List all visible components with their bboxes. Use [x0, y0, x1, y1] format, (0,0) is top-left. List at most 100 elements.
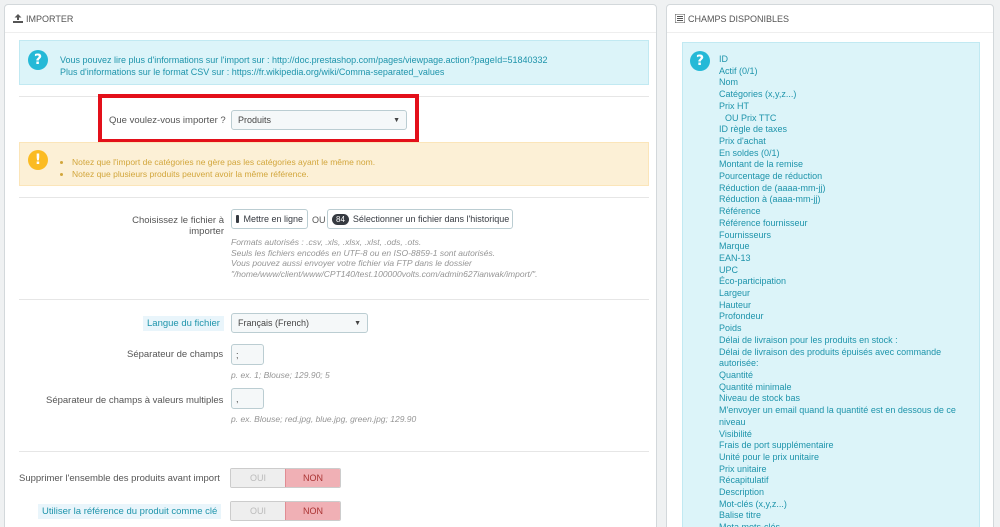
field-item[interactable]: niveau: [719, 417, 969, 429]
separator-label: Séparateur de champs: [127, 349, 224, 360]
caret-down-icon: ▼: [393, 116, 400, 124]
field-item[interactable]: OU Prix TTC: [719, 113, 969, 125]
field-item[interactable]: Prix d'achat: [719, 136, 969, 148]
field-item[interactable]: Quantité: [719, 370, 969, 382]
field-item[interactable]: Éco-participation: [719, 276, 969, 288]
divider: [19, 197, 649, 198]
reference-key-switch[interactable]: OUI NON: [230, 501, 341, 521]
import-type-value: Produits: [238, 115, 272, 125]
doc-link[interactable]: http://doc.prestashop.com/pages/viewpage…: [272, 55, 547, 65]
import-type-select[interactable]: Produits ▼: [231, 110, 407, 130]
warning-alert: ! Notez que l'import de catégories ne gè…: [19, 142, 649, 186]
upload-button[interactable]: Mettre en ligne: [231, 209, 308, 229]
field-item[interactable]: Référence fournisseur: [719, 218, 969, 230]
language-select[interactable]: Français (French) ▼: [231, 313, 368, 333]
field-item[interactable]: Unité pour le prix unitaire: [719, 452, 969, 464]
field-item[interactable]: Frais de port supplémentaire: [719, 440, 969, 452]
language-label: Langue du fichier: [143, 316, 224, 331]
field-item[interactable]: Nom: [719, 77, 969, 89]
field-item[interactable]: Profondeur: [719, 311, 969, 323]
field-item[interactable]: Actif (0/1): [719, 66, 969, 78]
field-item[interactable]: Meta mots-clés: [719, 522, 969, 527]
history-button-label: Sélectionner un fichier dans l'historiqu…: [352, 214, 510, 224]
separator-input[interactable]: ;: [231, 344, 264, 365]
field-item[interactable]: Délai de livraison des produits épuisés …: [719, 347, 969, 359]
language-value: Français (French): [238, 318, 310, 328]
divider: [19, 451, 649, 452]
wikipedia-link[interactable]: https://fr.wikipedia.org/wiki/Comma-sepa…: [232, 67, 445, 77]
field-item[interactable]: M'envoyer un email quand la quantité est…: [719, 405, 969, 417]
field-item[interactable]: UPC: [719, 265, 969, 277]
field-item[interactable]: Largeur: [719, 288, 969, 300]
import-panel-title: IMPORTER: [26, 13, 74, 24]
field-item[interactable]: Montant de la remise: [719, 159, 969, 171]
reference-key-label: Utiliser la référence du produit comme c…: [38, 504, 222, 519]
caret-down-icon: ▼: [354, 319, 361, 327]
file-help-line: "/home/www/client/www/CPT140/test.100000…: [231, 268, 538, 279]
multi-separator-input[interactable]: ,: [231, 388, 264, 409]
multi-separator-help: p. ex. Blouse; red.jpg, blue.jpg, green.…: [231, 414, 417, 424]
field-item[interactable]: Hauteur: [719, 300, 969, 312]
multi-separator-label: Séparateur de champs à valeurs multiples: [46, 395, 224, 406]
info-alert: ? Vous pouvez lire plus d'informations s…: [19, 40, 649, 85]
field-item[interactable]: Référence: [719, 206, 969, 218]
field-item[interactable]: Description: [719, 487, 969, 499]
switch-no[interactable]: NON: [285, 502, 340, 520]
or-text: OU: [312, 215, 326, 225]
history-button[interactable]: 84 Sélectionner un fichier dans l'histor…: [327, 209, 513, 229]
field-item[interactable]: Niveau de stock bas: [719, 393, 969, 405]
question-icon: ?: [28, 50, 48, 70]
import-type-label: Que voulez-vous importer ?: [109, 115, 226, 126]
field-item[interactable]: Prix HT: [719, 101, 969, 113]
field-item[interactable]: Mot-clés (x,y,z...): [719, 499, 969, 511]
fields-box: ? ID Actif (0/1) Nom Catégories (x,y,z...) P…: [682, 42, 980, 527]
info-line-2: Plus d'informations sur le format CSV su…: [60, 67, 230, 77]
field-item[interactable]: ID: [719, 54, 969, 66]
file-help-line: Vous pouvez aussi envoyer votre fichier …: [231, 258, 472, 268]
upload-icon: [13, 14, 23, 23]
list-icon: [674, 13, 686, 24]
switch-no[interactable]: NON: [285, 469, 340, 487]
field-item[interactable]: Pourcentage de réduction: [719, 171, 969, 183]
field-item[interactable]: Réduction à (aaaa-mm-jj): [719, 194, 969, 206]
import-panel-header: IMPORTER: [5, 5, 656, 33]
upload-button-label: Mettre en ligne: [243, 214, 303, 224]
field-item[interactable]: Récapitulatif: [719, 475, 969, 487]
field-item[interactable]: ID règle de taxes: [719, 124, 969, 136]
field-item[interactable]: Visibilité: [719, 429, 969, 441]
folder-icon: [236, 215, 240, 223]
field-item[interactable]: autorisée:: [719, 358, 969, 370]
file-help-line: Seuls les fichiers encodés en UTF-8 ou e…: [231, 247, 496, 258]
field-item[interactable]: Délai de livraison pour les produits en …: [719, 335, 969, 347]
warning-item: Notez que l'import de catégories ne gère…: [72, 156, 375, 168]
fields-panel-title: CHAMPS DISPONIBLES: [688, 13, 790, 24]
field-item[interactable]: Poids: [719, 323, 969, 335]
field-item[interactable]: Prix unitaire: [719, 464, 969, 476]
exclamation-icon: !: [28, 150, 48, 170]
field-item[interactable]: Balise titre: [719, 510, 969, 522]
switch-yes[interactable]: OUI: [231, 502, 285, 520]
field-item[interactable]: En soldes (0/1): [719, 148, 969, 160]
file-help: Formats autorisés : .csv, .xls, .xlsx, .…: [231, 237, 538, 279]
field-item[interactable]: EAN-13: [719, 253, 969, 265]
fields-list: ID Actif (0/1) Nom Catégories (x,y,z...) Pri…: [719, 54, 969, 527]
field-item[interactable]: Marque: [719, 241, 969, 253]
switch-yes[interactable]: OUI: [231, 469, 285, 487]
field-item[interactable]: Réduction de (aaaa-mm-jj): [719, 183, 969, 195]
available-fields-panel: CHAMPS DISPONIBLES ? ID Actif (0/1) Nom Cat…: [666, 4, 994, 527]
question-icon: ?: [690, 51, 710, 71]
field-item[interactable]: Quantité minimale: [719, 382, 969, 394]
fields-panel-header: CHAMPS DISPONIBLES: [667, 5, 993, 33]
divider: [19, 299, 649, 300]
warning-item: Notez que plusieurs produits peuvent avo…: [72, 168, 375, 180]
separator-help: p. ex. 1; Blouse; 129.90; 5: [231, 370, 330, 380]
field-item[interactable]: Fournisseurs: [719, 230, 969, 242]
field-item[interactable]: Catégories (x,y,z...): [719, 89, 969, 101]
file-label: Choisissez le fichier à importer: [132, 215, 224, 237]
file-help-line: Formats autorisés : .csv, .xls, .xlsx, .…: [231, 237, 422, 247]
info-line-1: Vous pouvez lire plus d'informations sur…: [60, 55, 270, 65]
delete-products-switch[interactable]: OUI NON: [230, 468, 341, 488]
history-count-badge: 84: [332, 213, 349, 225]
import-panel: IMPORTER ? Vous pouvez lire plus d'infor…: [4, 4, 657, 527]
delete-products-label: Supprimer l'ensemble des produits avant …: [19, 473, 220, 484]
